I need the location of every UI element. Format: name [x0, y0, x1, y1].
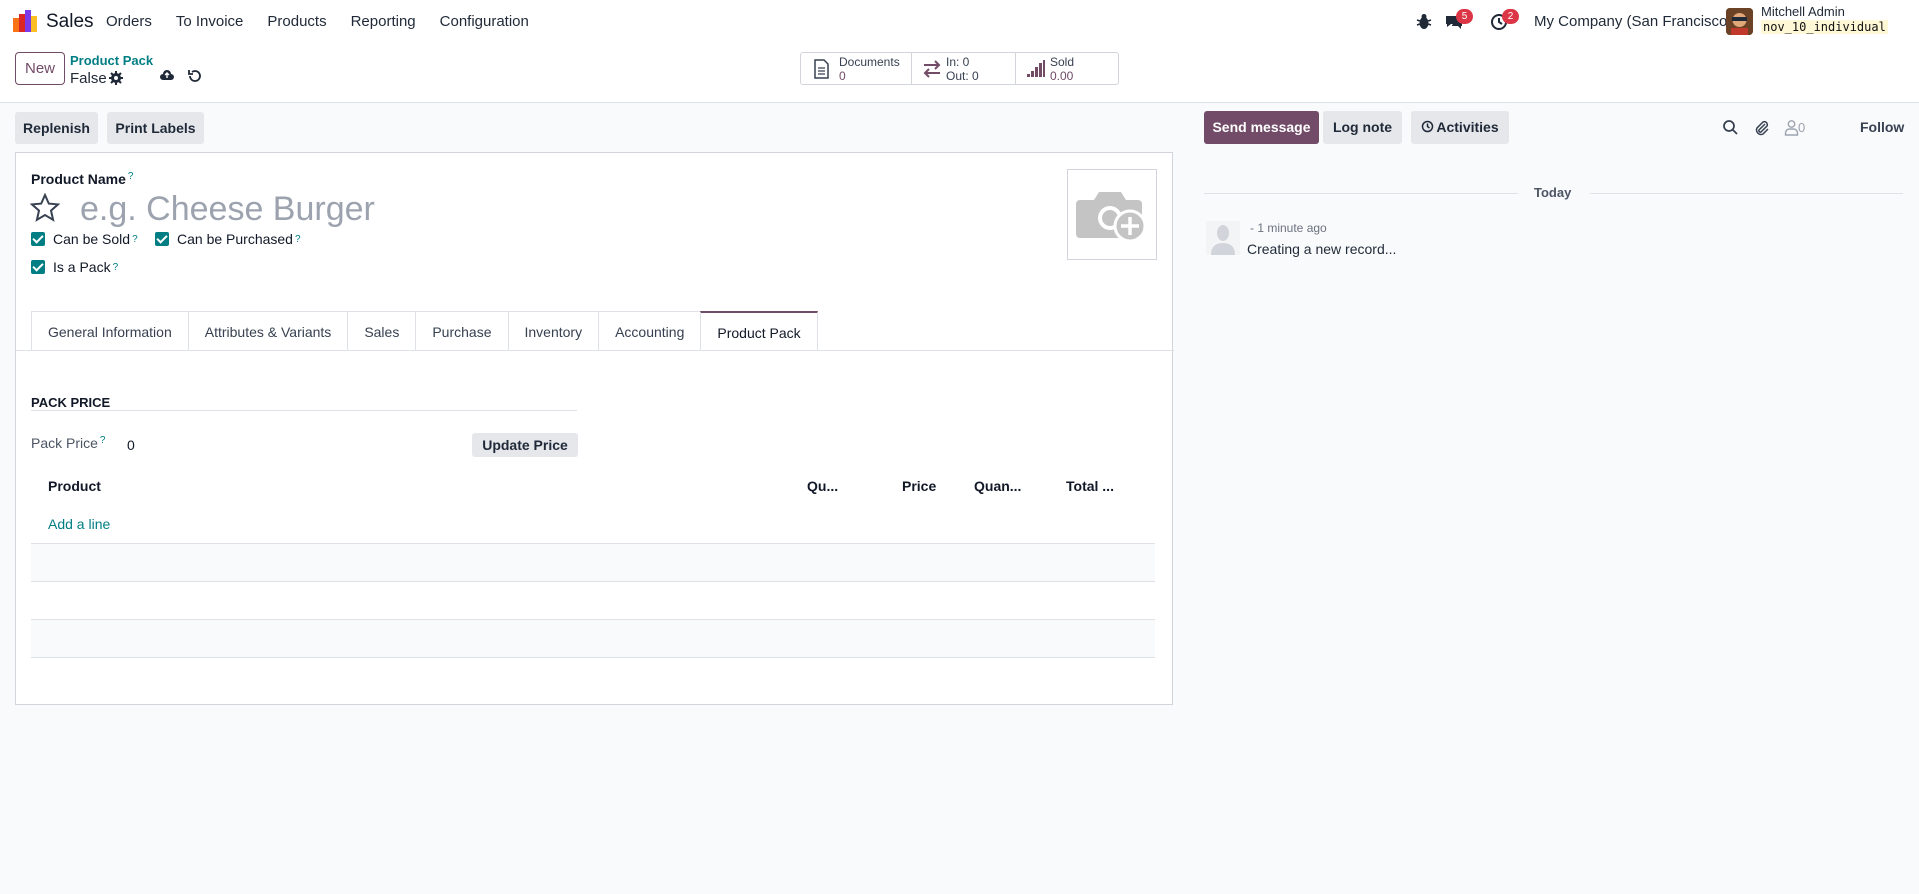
table-row-divider [31, 581, 1155, 582]
tab-attributes-variants[interactable]: Attributes & Variants [187, 311, 348, 351]
discard-icon[interactable] [187, 68, 203, 84]
tab-sales[interactable]: Sales [347, 311, 416, 351]
section-divider [31, 410, 577, 411]
document-icon [814, 59, 829, 79]
column-quantity-2[interactable]: Quan... [974, 478, 1021, 494]
can-be-sold-checkbox[interactable] [31, 232, 45, 246]
save-cloud-icon[interactable] [159, 67, 175, 83]
transfer-arrows-icon [923, 60, 941, 78]
tab-inventory[interactable]: Inventory [507, 311, 599, 351]
user-name[interactable]: Mitchell Admin [1761, 4, 1845, 19]
tab-general-information[interactable]: General Information [31, 311, 188, 351]
sold-label: Sold [1050, 55, 1075, 69]
replenish-button[interactable]: Replenish [15, 112, 98, 144]
tab-accounting[interactable]: Accounting [598, 311, 701, 351]
product-name-input[interactable]: e.g. Cheese Burger [80, 190, 375, 229]
column-quantity[interactable]: Qu... [807, 478, 838, 494]
help-tooltip[interactable]: ? [113, 262, 119, 273]
smart-buttons: Documents 0 In: 0 Out: 0 Sold 0.00 [800, 52, 1119, 85]
top-navbar: Sales Orders To Invoice Products Reporti… [0, 0, 1919, 43]
can-be-purchased-checkbox-row[interactable]: Can be Purchased? [155, 231, 301, 247]
table-row-divider [31, 657, 1155, 658]
update-price-button[interactable]: Update Price [472, 433, 578, 457]
today-separator: Today [1534, 185, 1572, 200]
activities-label: Activities [1436, 119, 1499, 135]
activities-button[interactable]: Activities [1411, 111, 1509, 144]
pack-price-value: 0 [127, 437, 135, 453]
activities-badge: 2 [1502, 9, 1519, 24]
user-avatar[interactable] [1726, 8, 1753, 35]
followers-count[interactable]: 0 [1798, 120, 1805, 135]
menu-reporting[interactable]: Reporting [351, 13, 416, 30]
can-be-purchased-label: Can be Purchased [177, 231, 293, 247]
out-count: Out: 0 [946, 69, 979, 83]
signal-bars-icon [1027, 60, 1045, 77]
add-a-line-link[interactable]: Add a line [48, 516, 110, 532]
documents-label: Documents [839, 55, 900, 69]
database-name: nov_10_individual [1761, 20, 1888, 34]
in-count: In: 0 [946, 55, 970, 69]
bug-icon[interactable] [1414, 12, 1434, 32]
tab-purchase[interactable]: Purchase [415, 311, 508, 351]
column-total[interactable]: Total ... [1066, 478, 1114, 494]
message-body: Creating a new record... [1247, 241, 1397, 257]
search-icon[interactable] [1722, 119, 1739, 136]
section-title: PACK PRICE [31, 395, 111, 410]
breadcrumb[interactable]: Product Pack [70, 53, 153, 68]
gear-icon[interactable] [108, 70, 124, 86]
help-tooltip[interactable]: ? [132, 234, 138, 245]
tab-divider [16, 350, 1174, 351]
control-panel: New Product Pack False Documents 0 In: 0 [0, 43, 1919, 103]
product-name-label-row: Product Name? [31, 171, 133, 188]
record-name: False [70, 70, 107, 87]
clock-icon [1422, 120, 1434, 133]
tab-product-pack[interactable]: Product Pack [700, 311, 818, 351]
today-divider-right [1590, 193, 1903, 194]
is-a-pack-checkbox-row[interactable]: Is a Pack? [31, 259, 118, 275]
help-tooltip[interactable]: ? [100, 435, 106, 446]
pack-price-label-row: Pack Price? [31, 435, 105, 451]
table-row [31, 620, 1155, 657]
follow-button[interactable]: Follow [1860, 119, 1904, 135]
log-note-button[interactable]: Log note [1323, 111, 1402, 144]
form-sheet: Product Name? e.g. Cheese Burger Can be … [15, 152, 1174, 705]
company-switcher[interactable]: My Company (San Francisco) [1534, 13, 1732, 30]
can-be-sold-label: Can be Sold [53, 231, 131, 247]
can-be-purchased-checkbox[interactable] [155, 232, 169, 246]
print-labels-button[interactable]: Print Labels [107, 112, 204, 144]
message-timestamp: - 1 minute ago [1250, 221, 1327, 235]
app-name[interactable]: Sales [46, 11, 94, 33]
menu-to-invoice[interactable]: To Invoice [176, 13, 244, 30]
paperclip-icon[interactable] [1753, 119, 1770, 136]
sales-app-icon[interactable] [13, 10, 37, 32]
message-author-avatar[interactable] [1206, 221, 1240, 255]
menu-products[interactable]: Products [267, 13, 326, 30]
add-photo-icon [1076, 192, 1147, 243]
sold-smart-button[interactable]: Sold 0.00 [1016, 53, 1118, 84]
documents-count: 0 [839, 69, 846, 83]
product-name-label: Product Name [31, 171, 126, 187]
favorite-star-icon[interactable] [30, 193, 60, 223]
messages-badge: 5 [1456, 9, 1473, 24]
column-price[interactable]: Price [902, 478, 936, 494]
help-tooltip[interactable]: ? [295, 234, 301, 245]
notebook-tabs: General Information Attributes & Variant… [31, 311, 818, 351]
can-be-sold-checkbox-row[interactable]: Can be Sold? [31, 231, 138, 247]
new-button[interactable]: New [15, 52, 65, 85]
help-tooltip[interactable]: ? [128, 171, 134, 182]
main-menu: Orders To Invoice Products Reporting Con… [106, 13, 553, 30]
product-image[interactable] [1067, 169, 1157, 260]
menu-configuration[interactable]: Configuration [440, 13, 529, 30]
is-a-pack-label: Is a Pack [53, 259, 111, 275]
menu-orders[interactable]: Orders [106, 13, 152, 30]
send-message-button[interactable]: Send message [1204, 111, 1319, 144]
in-out-smart-button[interactable]: In: 0 Out: 0 [912, 53, 1016, 84]
column-product[interactable]: Product [48, 478, 101, 494]
is-a-pack-checkbox[interactable] [31, 260, 45, 274]
documents-smart-button[interactable]: Documents 0 [801, 53, 912, 84]
today-divider-left [1204, 193, 1518, 194]
sold-value: 0.00 [1050, 69, 1074, 83]
pack-price-label: Pack Price [31, 435, 98, 451]
table-row [31, 544, 1155, 581]
